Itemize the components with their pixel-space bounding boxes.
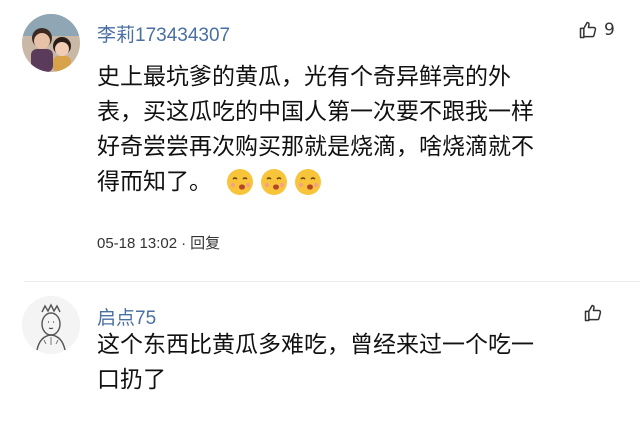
comment-item: 启点75 这个东西比黄瓜多难吃，曾经来过一个吃一 口扔了 — [0, 283, 640, 423]
comment-meta: 05-18 13:02 · 回复 — [97, 232, 220, 253]
comment-text: 史上最坑爹的黄瓜，光有个奇异鲜亮的外 表，买这瓜吃的中国人第一次要不跟我一样 好… — [97, 64, 534, 195]
like-count: 9 — [604, 20, 615, 40]
like-button[interactable] — [583, 303, 609, 323]
thumbs-up-icon — [584, 304, 602, 322]
whistle-emoji-icon — [295, 169, 322, 195]
user-avatar[interactable] — [22, 14, 80, 72]
comment-item: 李莉173434307 9 史上最坑爹的黄瓜，光有个奇异鲜亮的外 表，买这瓜吃的… — [0, 0, 640, 282]
thumbs-up-icon — [579, 21, 597, 39]
comment-divider — [24, 281, 640, 282]
timestamp: 05-18 13:02 — [97, 235, 178, 252]
username[interactable]: 李莉173434307 — [97, 20, 230, 47]
like-button[interactable]: 9 — [578, 20, 615, 40]
whistle-emoji-icon — [227, 169, 254, 195]
reply-button[interactable]: 回复 — [190, 235, 220, 252]
user-avatar[interactable] — [22, 296, 80, 354]
meta-separator: · — [181, 235, 187, 252]
comment-text: 这个东西比黄瓜多难吃，曾经来过一个吃一 口扔了 — [97, 332, 534, 393]
whistle-emoji-icon — [261, 169, 288, 195]
username[interactable]: 启点75 — [97, 303, 156, 330]
